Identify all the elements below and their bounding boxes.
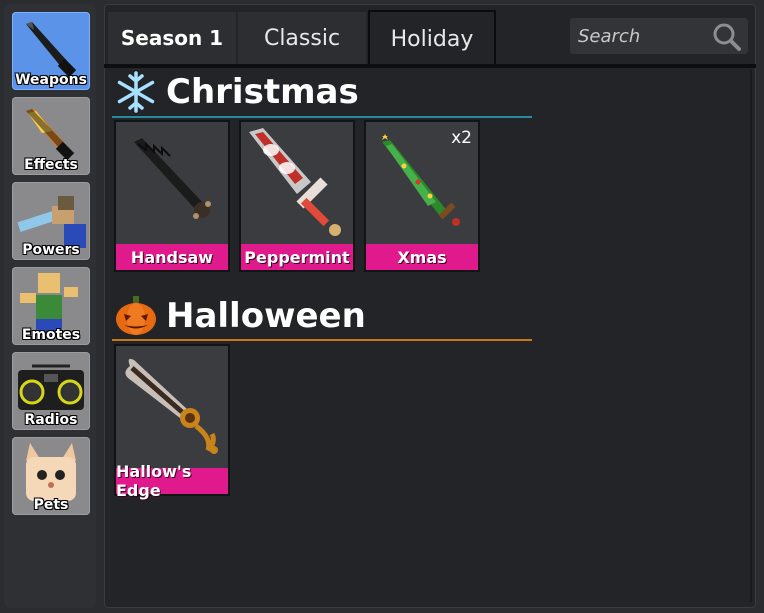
tab-divider bbox=[104, 64, 756, 68]
section-divider bbox=[112, 339, 532, 341]
item-name: Xmas bbox=[366, 244, 478, 270]
sidebar-item-label: Effects bbox=[24, 157, 78, 173]
section-title-halloween: Halloween bbox=[166, 296, 366, 336]
peppermint-weapon-icon bbox=[249, 128, 341, 236]
item-name: Handsaw bbox=[116, 244, 228, 270]
tab-holiday[interactable]: Holiday bbox=[368, 10, 496, 66]
inventory-panel: Season 1 Classic Holiday Search Christma… bbox=[104, 4, 756, 608]
category-sidebar: Weapons Effects Powers Emotes Radios Pet… bbox=[4, 4, 96, 608]
item-card-peppermint[interactable]: Peppermint bbox=[239, 120, 355, 272]
sidebar-item-label: Emotes bbox=[21, 327, 81, 343]
section-divider bbox=[112, 116, 532, 118]
inventory-window: Weapons Effects Powers Emotes Radios Pet… bbox=[0, 0, 764, 613]
snowflake-icon bbox=[117, 71, 155, 113]
hallows-edge-weapon-icon bbox=[125, 358, 218, 454]
tab-label: Classic bbox=[263, 25, 341, 51]
sidebar-item-pets[interactable]: Pets bbox=[12, 437, 90, 515]
sidebar-item-label: Pets bbox=[33, 497, 69, 513]
item-card-handsaw[interactable]: Handsaw bbox=[114, 120, 230, 272]
item-name: Hallow's Edge bbox=[116, 462, 228, 500]
sidebar-item-effects[interactable]: Effects bbox=[12, 97, 90, 175]
scrollbar[interactable] bbox=[750, 70, 752, 602]
tab-label: Season 1 bbox=[120, 26, 224, 50]
tab-classic[interactable]: Classic bbox=[238, 12, 366, 64]
tab-label: Holiday bbox=[390, 26, 474, 52]
sidebar-item-radios[interactable]: Radios bbox=[12, 352, 90, 430]
search-icon[interactable] bbox=[712, 22, 742, 52]
search-box bbox=[570, 18, 748, 54]
handsaw-weapon-icon bbox=[134, 138, 211, 219]
sidebar-item-label: Powers bbox=[22, 242, 80, 258]
item-card-hallows-edge[interactable]: Hallow's Edge bbox=[114, 344, 230, 500]
sidebar-item-label: Weapons bbox=[15, 72, 87, 88]
tab-bar: Season 1 Classic Holiday bbox=[106, 6, 754, 66]
tab-season-1[interactable]: Season 1 bbox=[108, 12, 236, 64]
sidebar-item-weapons[interactable]: Weapons bbox=[12, 12, 90, 90]
search-input[interactable] bbox=[576, 22, 714, 50]
pumpkin-icon bbox=[116, 296, 156, 335]
sidebar-item-powers[interactable]: Powers bbox=[12, 182, 90, 260]
item-name: Peppermint bbox=[241, 244, 353, 270]
item-card-xmas[interactable]: x2 Xmas bbox=[364, 120, 480, 272]
item-quantity: x2 bbox=[451, 128, 472, 148]
sidebar-item-emotes[interactable]: Emotes bbox=[12, 267, 90, 345]
section-title-christmas: Christmas bbox=[166, 72, 359, 112]
sidebar-item-label: Radios bbox=[24, 412, 78, 428]
